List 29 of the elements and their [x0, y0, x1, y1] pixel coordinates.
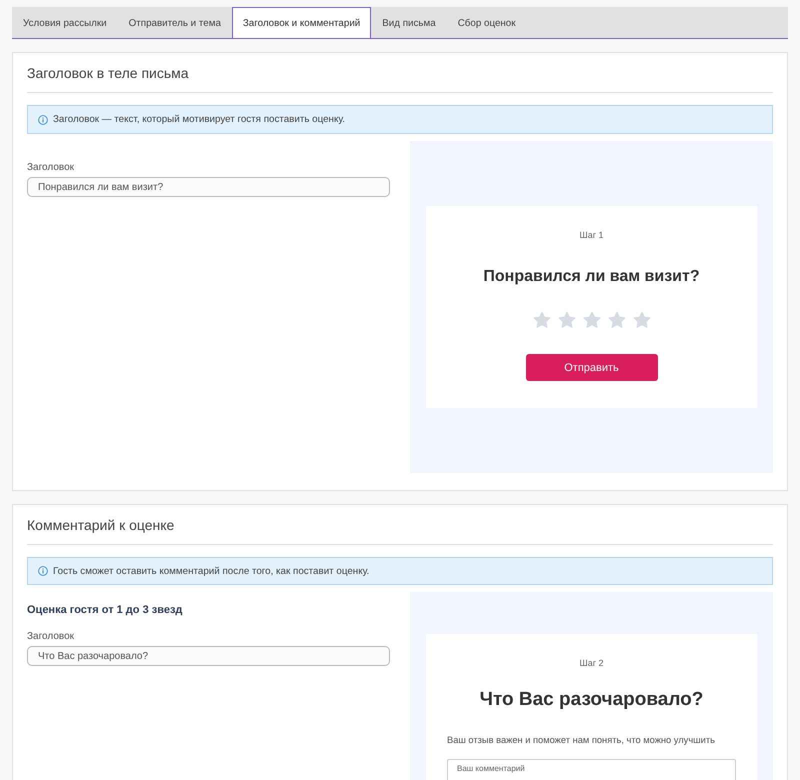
field-label: Заголовок [27, 631, 74, 644]
tab[interactable]: Отправитель и тема [118, 7, 232, 39]
title-input[interactable]: Что Вас разочаровало? [27, 646, 390, 666]
title-input[interactable]: Понравился ли вам визит? [27, 177, 390, 197]
star-rating[interactable] [532, 311, 650, 329]
step-label: Шаг 1 [579, 229, 604, 241]
info-text: Гость сможет оставить комментарий после того, как поставит оценку. [53, 566, 370, 577]
star-icon[interactable] [608, 311, 626, 329]
tab[interactable]: Заголовок и комментарий [232, 7, 372, 39]
tab[interactable]: Вид письма [371, 7, 447, 39]
section-title: Заголовок в теле письма [27, 53, 773, 93]
info-text: Заголовок — текст, который мотивирует гостя поставить оценку. [53, 114, 346, 125]
star-icon[interactable] [558, 311, 576, 329]
star-icon[interactable] [532, 311, 550, 329]
preview-text: Ваш отзыв важен и поможет нам понять, что можно улучшить [447, 734, 715, 746]
info-icon [38, 114, 48, 124]
section-title: Комментарий к оценке [27, 505, 773, 545]
comment-field[interactable]: Ваш комментарий [447, 759, 736, 780]
tab[interactable]: Условия рассылки [12, 7, 118, 39]
tab[interactable]: Сбор оценок [446, 7, 527, 39]
step-label: Шаг 2 [579, 657, 604, 670]
submit-button[interactable]: Отправить [526, 354, 658, 381]
info-icon [38, 566, 48, 576]
star-icon[interactable] [582, 311, 600, 329]
field-label: Заголовок [27, 162, 74, 174]
star-icon[interactable] [632, 311, 650, 329]
preview-heading: Что Вас разочаровало? [480, 688, 704, 712]
rating-group-heading: Оценка гостя от 1 до 3 звезд [27, 603, 182, 618]
preview-heading: Понравился ли вам визит? [483, 267, 700, 287]
